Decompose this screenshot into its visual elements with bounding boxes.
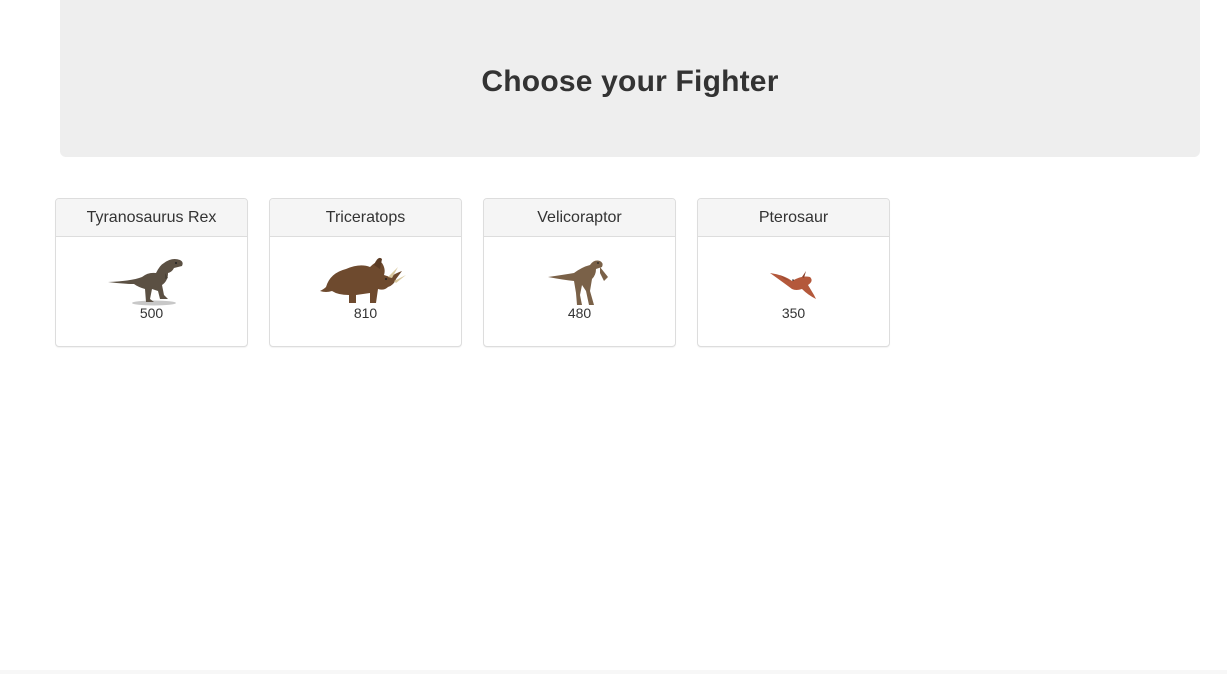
fighter-card-trex[interactable]: Tyranosaurus Rex 500 bbox=[55, 198, 248, 347]
header-jumbotron: Choose your Fighter bbox=[60, 0, 1200, 157]
velociraptor-icon bbox=[547, 260, 608, 305]
footer-divider bbox=[0, 670, 1227, 674]
page-title: Choose your Fighter bbox=[481, 64, 779, 98]
fighter-body: 810 bbox=[270, 237, 461, 346]
fighter-name: Tyranosaurus Rex bbox=[56, 199, 247, 237]
fighter-card-velociraptor[interactable]: Velicoraptor 480 bbox=[483, 198, 676, 347]
fighter-card-triceratops[interactable]: Triceratops 810 bbox=[269, 198, 462, 347]
fighter-body: 500 bbox=[56, 237, 247, 346]
fighter-hp: 500 bbox=[139, 305, 164, 321]
fighter-card-pterosaur[interactable]: Pterosaur 350 bbox=[697, 198, 890, 347]
pterosaur-icon bbox=[769, 271, 816, 299]
fighter-hp: 810 bbox=[353, 305, 378, 321]
fighter-body: 350 bbox=[698, 237, 889, 346]
fighter-name: Triceratops bbox=[270, 199, 461, 237]
fighter-name: Pterosaur bbox=[698, 199, 889, 237]
fighter-hp: 350 bbox=[781, 305, 806, 321]
trex-icon bbox=[107, 259, 183, 306]
fighter-list: Tyranosaurus Rex 500 Triceratops 810 Vel… bbox=[55, 198, 890, 347]
fighter-body: 480 bbox=[484, 237, 675, 346]
fighter-name: Velicoraptor bbox=[484, 199, 675, 237]
fighter-hp: 480 bbox=[567, 305, 592, 321]
triceratops-icon bbox=[319, 257, 406, 303]
